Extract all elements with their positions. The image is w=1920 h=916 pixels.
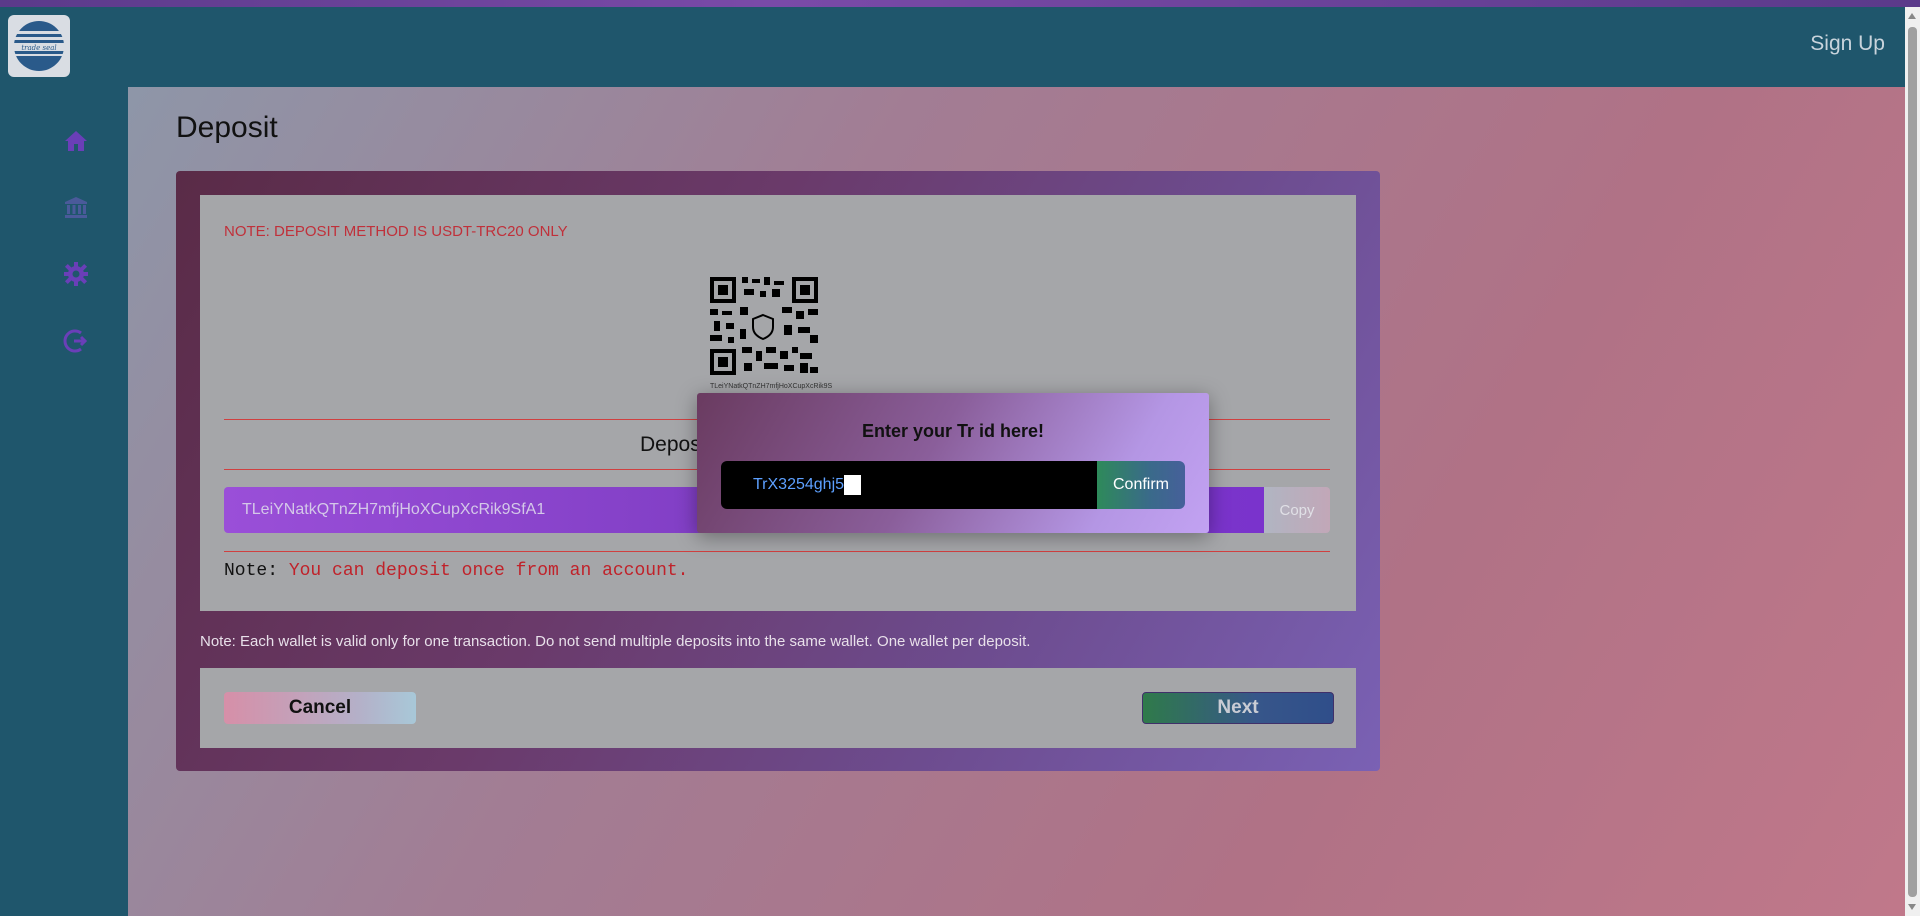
tr-id-input[interactable]: TrX3254ghj5 <box>721 461 1097 509</box>
logo[interactable]: trade seal <box>8 15 70 77</box>
copy-button[interactable]: Copy <box>1264 487 1330 533</box>
tr-id-modal: Enter your Tr id here! TrX3254ghj5 Confi… <box>697 393 1209 533</box>
logo-icon: trade seal <box>14 21 64 71</box>
page-title: Deposit <box>176 111 278 144</box>
next-button[interactable]: Next <box>1142 692 1334 724</box>
tr-id-input-value: TrX3254ghj5 <box>753 476 845 494</box>
note-prefix: Note: <box>224 561 289 581</box>
confirm-button[interactable]: Confirm <box>1097 461 1185 509</box>
home-icon[interactable] <box>60 125 92 157</box>
gear-icon[interactable] <box>60 258 92 290</box>
note-text: You can deposit once from an account. <box>288 561 689 581</box>
divider <box>224 551 1330 552</box>
page-scrollbar[interactable] <box>1905 7 1920 916</box>
deposit-method-note: NOTE: DEPOSIT METHOD IS USDT-TRC20 ONLY <box>224 223 568 240</box>
svg-text:trade seal: trade seal <box>21 44 56 52</box>
bank-icon[interactable] <box>60 191 92 223</box>
deposit-address-value: TLeiYNatkQTnZH7mfjHoXCupXcRik9SfA1 <box>242 501 546 518</box>
qr-caption: TLeiYNatkQTnZH7mfjHoXCupXcRik9S <box>710 383 833 390</box>
scroll-down-icon[interactable] <box>1908 904 1916 910</box>
signup-link[interactable]: Sign Up <box>1810 32 1885 56</box>
scroll-thumb[interactable] <box>1908 27 1917 897</box>
header: trade seal Sign Up <box>0 7 1905 87</box>
scroll-up-icon[interactable] <box>1908 13 1916 19</box>
cancel-button[interactable]: Cancel <box>224 692 416 724</box>
wallet-note: Note: Each wallet is valid only for one … <box>200 633 1031 650</box>
modal-title: Enter your Tr id here! <box>861 421 1045 441</box>
sidebar <box>0 87 128 916</box>
top-accent-strip <box>0 0 1920 7</box>
logout-icon[interactable] <box>60 325 92 357</box>
actions-box: Cancel Next <box>200 668 1356 748</box>
qr-code <box>700 267 826 377</box>
deposit-once-note: Note: You can deposit once from an accou… <box>224 561 688 581</box>
